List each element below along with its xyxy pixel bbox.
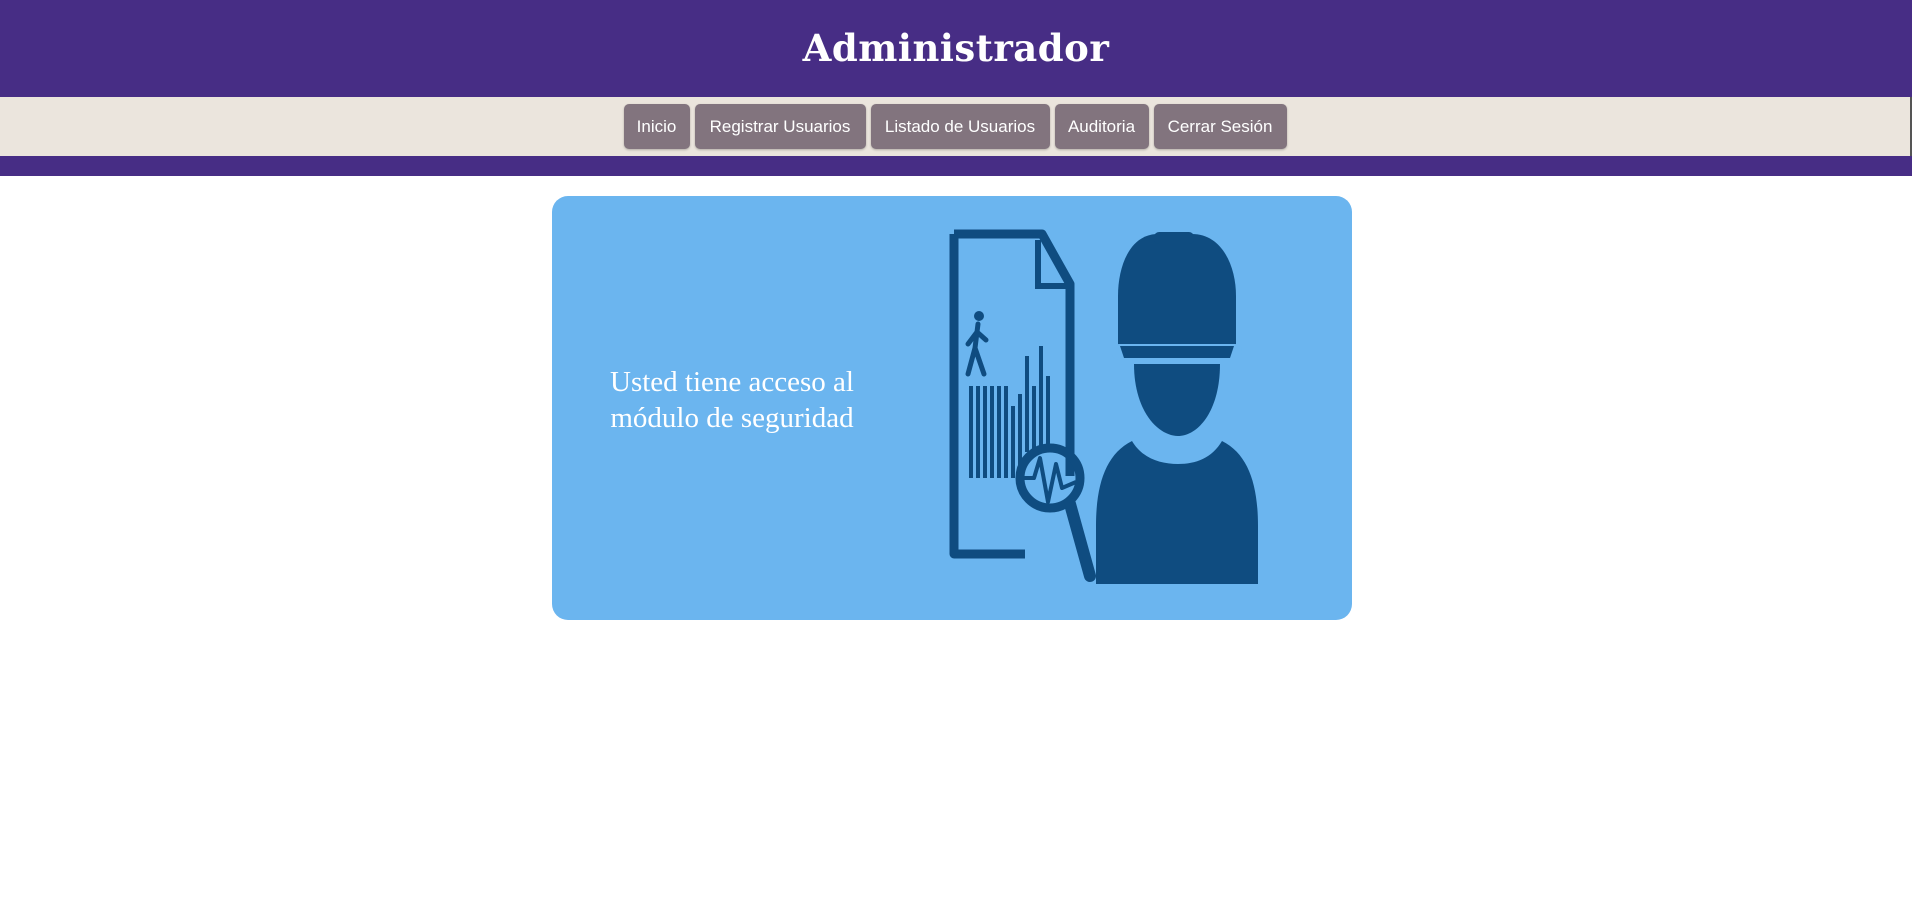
security-worker-audit-icon — [949, 229, 1258, 584]
main-nav: Inicio Registrar Usuarios Listado de Usu… — [0, 97, 1912, 156]
page-title: Administrador — [802, 25, 1110, 70]
nav-cerrar-sesion-button[interactable]: Cerrar Sesión — [1153, 104, 1287, 149]
nav-listado-usuarios-button[interactable]: Listado de Usuarios — [870, 104, 1050, 149]
nav-inicio-button[interactable]: Inicio — [623, 104, 690, 149]
nav-auditoria-button[interactable]: Auditoria — [1054, 104, 1149, 149]
security-module-card: Usted tiene acceso al módulo de segurida… — [552, 196, 1352, 620]
page-header: Administrador — [0, 0, 1912, 97]
header-accent-bar — [0, 156, 1912, 176]
access-message: Usted tiene acceso al módulo de segurida… — [610, 366, 854, 434]
nav-registrar-usuarios-button[interactable]: Registrar Usuarios — [694, 104, 866, 149]
